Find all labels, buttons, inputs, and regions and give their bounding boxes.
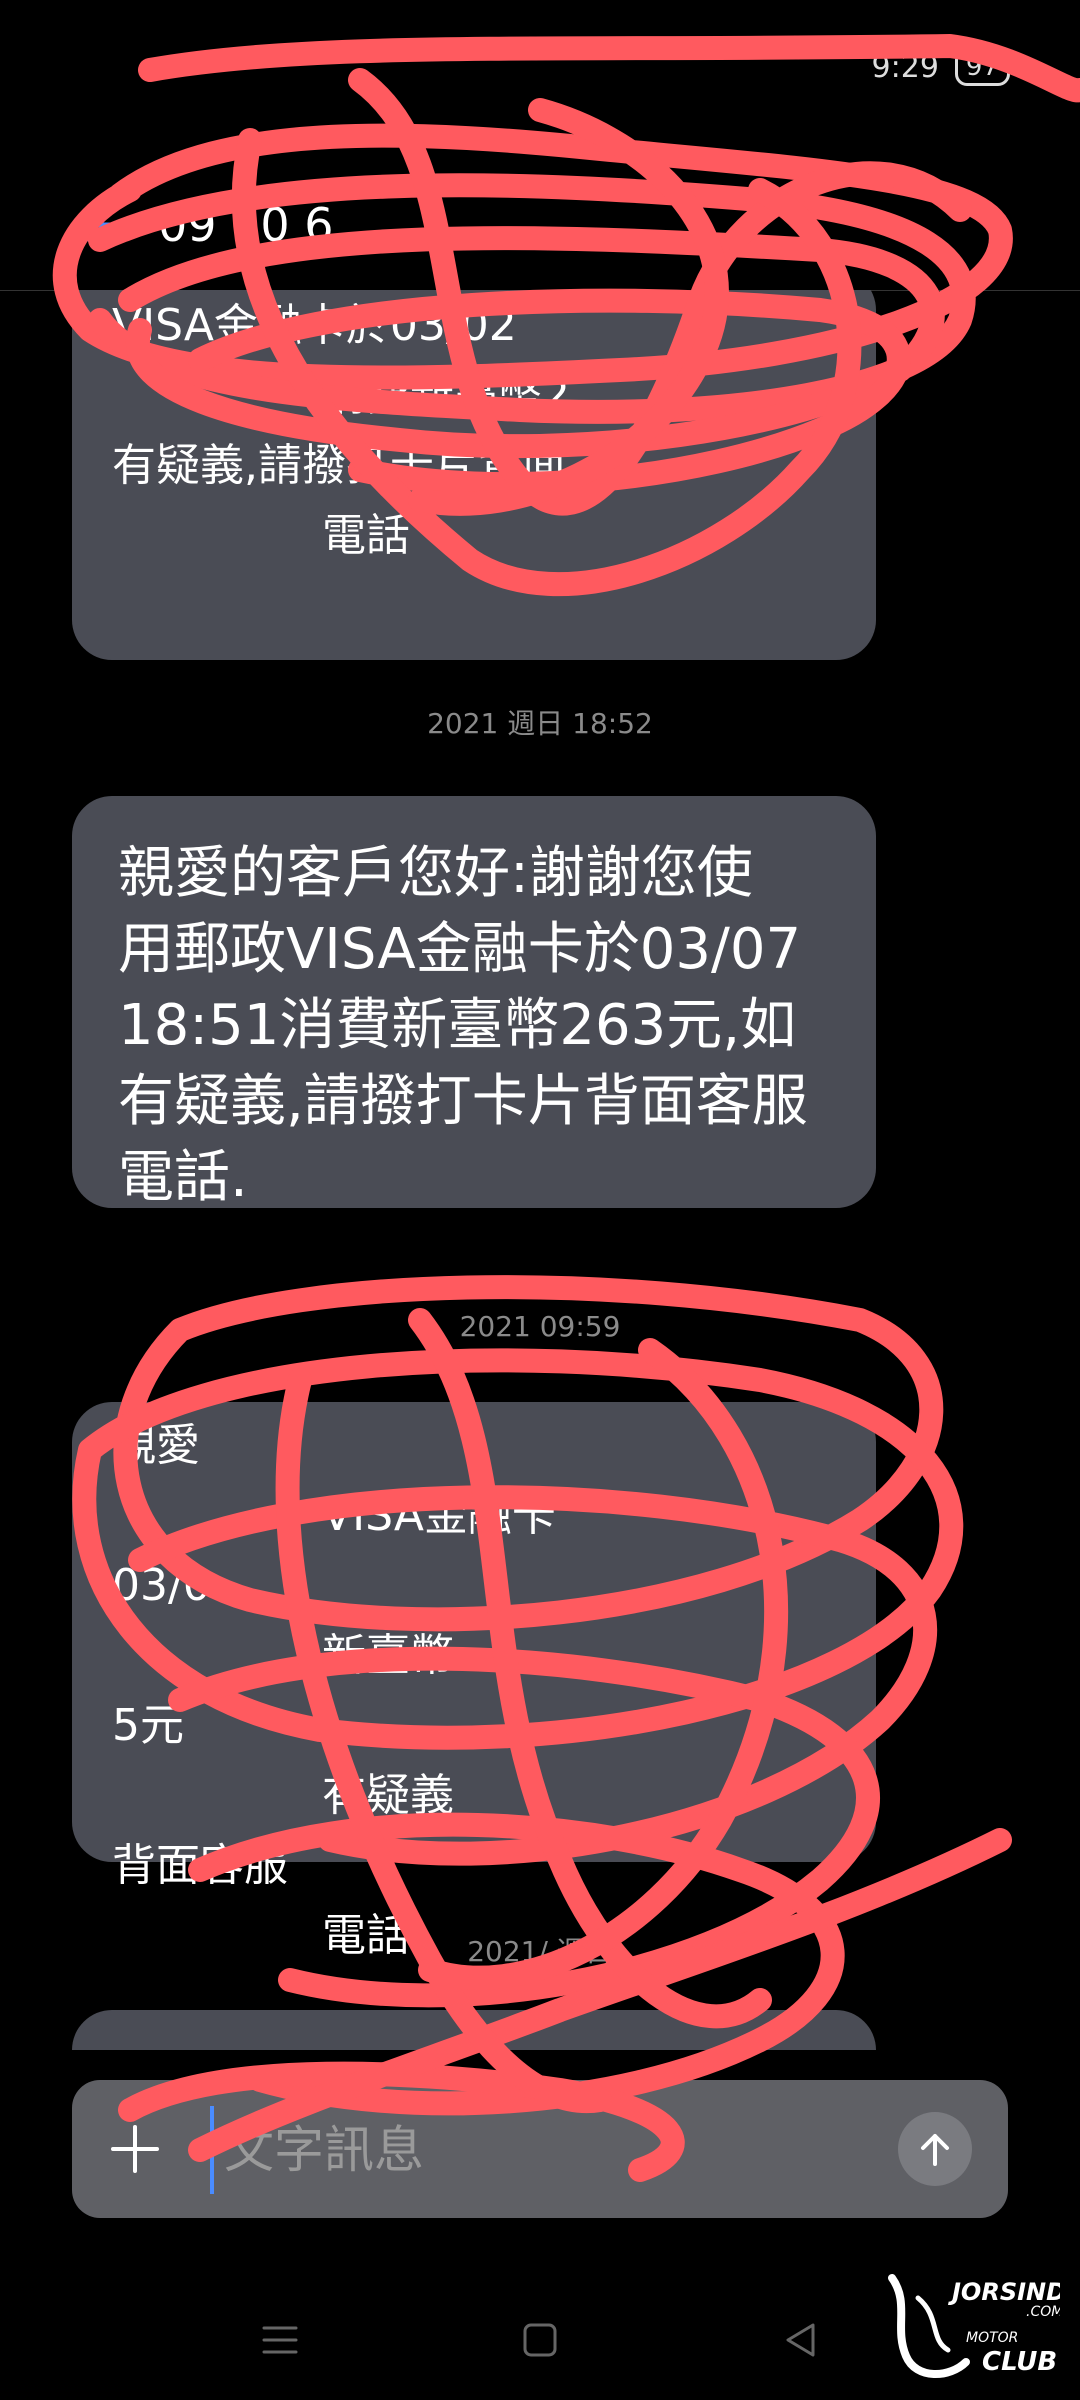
message-thread[interactable]: VISA金融卡於03/02 消費新臺幣2 有疑義,請撥打卡片背面電話 2021 週日… bbox=[0, 290, 1080, 2050]
message-timestamp-3: 2021 09:59 bbox=[459, 1310, 621, 1343]
message-fragment: 背面客服 bbox=[112, 1840, 288, 1891]
triangle-back-icon bbox=[786, 2323, 815, 2357]
message-fragment: 親愛 bbox=[112, 1420, 200, 1471]
plus-icon bbox=[111, 2125, 159, 2173]
message-fragment: VISA金融卡 bbox=[322, 1490, 556, 1541]
svg-text:JORSINDO: JORSINDO bbox=[948, 2278, 1060, 2306]
clock-short: 9:29 bbox=[871, 49, 939, 85]
message-composer bbox=[72, 2080, 1008, 2218]
message-fragment: VISA金融卡於03/02 bbox=[112, 300, 517, 351]
nav-back-button[interactable] bbox=[770, 2310, 830, 2370]
message-bubble-4 bbox=[72, 2010, 876, 2050]
app-bar: 09 10 6 bbox=[0, 170, 1080, 291]
message-bubble-3: 親愛 VISA金融卡 03/0 新臺幣 5元 有疑義 背面客服 電話 bbox=[72, 1402, 876, 1961]
arrow-up-icon bbox=[921, 2134, 949, 2166]
send-button[interactable] bbox=[898, 2112, 972, 2186]
message-bubble-1: VISA金融卡於03/02 消費新臺幣2 有疑義,請撥打卡片背面電話 bbox=[72, 290, 876, 660]
menu-icon bbox=[262, 2326, 298, 2354]
recent-apps-button[interactable] bbox=[250, 2310, 310, 2370]
message-fragment: 有疑義,請撥打卡片背面 bbox=[112, 440, 566, 491]
status-icons: 9:29 97 bbox=[872, 48, 1010, 86]
square-icon bbox=[523, 2323, 557, 2357]
message-fragment: 電話 bbox=[322, 510, 410, 561]
message-timestamp-2: 2021 週日 18:52 bbox=[427, 707, 653, 740]
jorsindo-watermark-logo: JORSINDO .COM MOTOR CLUB bbox=[888, 2274, 1060, 2378]
message-input[interactable] bbox=[210, 2106, 866, 2194]
svg-text:.COM: .COM bbox=[1026, 2304, 1060, 2320]
message-fragment: 5元 bbox=[112, 1700, 184, 1751]
sender-title: 09 10 6 bbox=[158, 198, 334, 252]
svg-text:MOTOR: MOTOR bbox=[966, 2330, 1018, 2346]
message-fragment: 新臺幣 bbox=[322, 1630, 454, 1681]
message-fragment: 消費新臺幣2 bbox=[322, 370, 570, 421]
svg-text:CLUB: CLUB bbox=[982, 2347, 1057, 2377]
message-fragment: 03/0 bbox=[112, 1560, 211, 1611]
message-bubble-2: 親愛的客戶您好:謝謝您使 用郵政VISA金融卡於03/07 18:51消費新臺幣… bbox=[72, 796, 876, 1210]
home-button[interactable] bbox=[510, 2310, 570, 2370]
message-fragment: 有疑義 bbox=[322, 1770, 454, 1821]
back-button[interactable] bbox=[60, 190, 130, 260]
arrow-left-icon bbox=[72, 207, 120, 243]
message-timestamp-4: 2021/ 週日 bbox=[467, 1935, 613, 1968]
battery-indicator: 97 bbox=[954, 48, 1010, 86]
status-bar: 9:29 97 bbox=[0, 0, 1080, 120]
add-attachment-button[interactable] bbox=[100, 2114, 170, 2184]
